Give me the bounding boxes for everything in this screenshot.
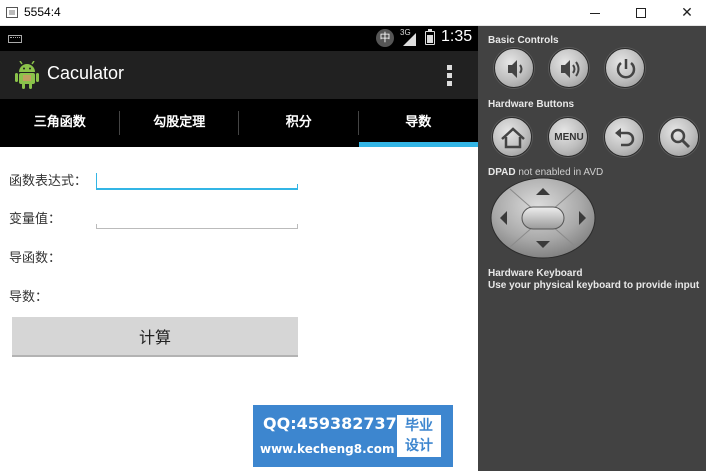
derivative-function-label: 导函数： [9, 251, 62, 266]
volume-down-icon [508, 60, 523, 78]
variable-input-edge [96, 224, 97, 229]
minimize-icon [590, 12, 600, 14]
power-button[interactable] [605, 48, 645, 88]
watermark-badge: 毕业 设计 [397, 415, 441, 457]
tab-label: 积分 [285, 115, 312, 130]
ime-indicator: 中 [376, 29, 394, 47]
tab-label: 勾股定理 [153, 115, 206, 130]
android-logo-icon [15, 61, 39, 89]
volume-up-button[interactable] [549, 48, 589, 88]
tab-label: 三角函数 [33, 115, 86, 130]
emulator-control-panel: Basic Controls Hardware Buttons MENU DPA… [478, 26, 706, 471]
tab-selected-indicator [358, 142, 478, 147]
maximize-button[interactable] [618, 0, 664, 26]
close-icon: ✕ [681, 5, 693, 21]
status-bar: 中 3G 1:35 [0, 26, 478, 51]
overflow-dot-icon [447, 73, 452, 78]
watermark-badge-line: 毕业 [405, 418, 433, 434]
window-title-bar: 5554:4 ✕ [0, 0, 706, 26]
variable-input[interactable] [96, 209, 298, 229]
action-bar: Caculator [0, 51, 478, 99]
home-button[interactable] [492, 117, 532, 157]
keyboard-note: Use your physical keyboard to provide in… [488, 280, 700, 291]
keyboard-heading: Hardware Keyboard [488, 268, 583, 279]
text-cursor [96, 173, 97, 189]
volume-down-button[interactable] [494, 48, 534, 88]
tab-derivative[interactable]: 导数 [358, 99, 478, 147]
calculate-button[interactable]: 计算 [12, 317, 298, 357]
volume-up-icon [561, 60, 580, 78]
tab-label: 导数 [405, 115, 432, 130]
phone-screen: 中 3G 1:35 Caculator 三角函数 勾股定理 积分 导数 函数表达… [0, 26, 478, 471]
minimize-button[interactable] [572, 0, 618, 26]
watermark-site: www.kecheng8.com [260, 442, 395, 456]
maximize-icon [636, 8, 646, 18]
menu-button[interactable]: MENU [548, 117, 588, 157]
tab-trig[interactable]: 三角函数 [0, 99, 120, 147]
basic-controls-heading: Basic Controls [488, 35, 559, 46]
battery-icon [425, 29, 435, 45]
window-title: 5554:4 [24, 5, 61, 19]
overflow-dot-icon [447, 81, 452, 86]
status-clock: 1:35 [441, 28, 473, 45]
home-icon [501, 127, 525, 149]
hardware-buttons-heading: Hardware Buttons [488, 99, 575, 110]
keyboard-notification-icon [8, 35, 22, 43]
back-icon [615, 128, 635, 147]
signal-icon [403, 33, 416, 46]
expression-label: 函数表达式： [9, 174, 88, 189]
app-title: Caculator [47, 63, 125, 83]
search-button[interactable] [659, 117, 699, 157]
tab-integral[interactable]: 积分 [239, 99, 359, 147]
tab-bar: 三角函数 勾股定理 积分 导数 [0, 99, 478, 147]
menu-icon: MENU [554, 132, 584, 143]
window-app-icon [6, 7, 18, 18]
watermark-banner: QQ:459382737 www.kecheng8.com 毕业 设计 [253, 405, 453, 467]
variable-label: 变量值： [9, 212, 62, 227]
close-button[interactable]: ✕ [664, 0, 706, 26]
derivative-value-label: 导数： [9, 290, 49, 305]
tab-pythagoras[interactable]: 勾股定理 [120, 99, 239, 147]
power-icon [616, 59, 636, 79]
overflow-menu-button[interactable] [440, 63, 460, 89]
dpad-control[interactable] [490, 177, 596, 259]
expression-input-edge [297, 184, 298, 190]
back-button[interactable] [604, 117, 644, 157]
variable-input-edge [297, 224, 298, 229]
overflow-dot-icon [447, 65, 452, 70]
search-icon [670, 128, 691, 149]
watermark-badge-line: 设计 [405, 438, 433, 454]
expression-input[interactable] [96, 170, 298, 190]
watermark-qq: QQ:459382737 [263, 414, 397, 433]
